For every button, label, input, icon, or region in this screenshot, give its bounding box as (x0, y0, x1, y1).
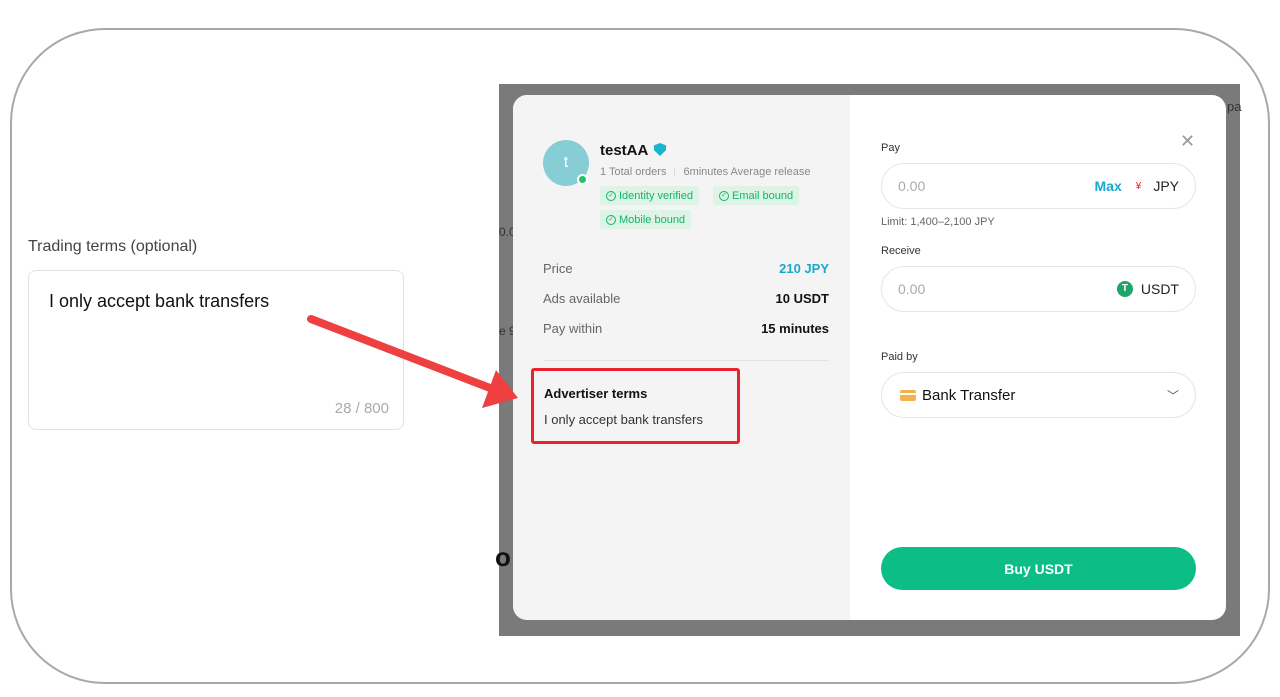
annotation-arrow (307, 315, 518, 408)
